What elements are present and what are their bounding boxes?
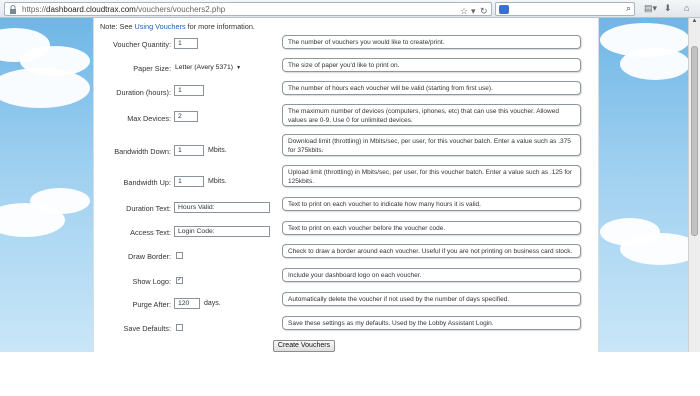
draw-border-label: Draw Border: bbox=[128, 252, 171, 261]
home-icon[interactable]: ⌂ bbox=[684, 2, 689, 14]
access-text-label: Access Text: bbox=[130, 228, 171, 237]
scroll-up-icon[interactable]: ▲ bbox=[689, 18, 700, 28]
cloud-decoration bbox=[0, 68, 90, 108]
lock-icon bbox=[10, 5, 16, 14]
voucher-quantity-input[interactable]: 1 bbox=[174, 38, 198, 49]
voucher-form-panel: Note: See Using Vouchers for more inform… bbox=[93, 18, 599, 352]
cloud-decoration bbox=[0, 203, 65, 237]
url-text: https://dashboard.cloudtrax.com/vouchers… bbox=[22, 5, 226, 14]
reload-icon[interactable]: ↻ bbox=[480, 5, 488, 17]
bandwidth-down-input[interactable]: 1 bbox=[174, 145, 204, 156]
access-text-input[interactable]: Login Code: bbox=[174, 226, 270, 237]
duration-text-input[interactable]: Hours Valid: bbox=[174, 202, 270, 213]
purge-after-input[interactable]: 120 bbox=[174, 298, 200, 309]
draw-border-checkbox[interactable] bbox=[176, 252, 183, 259]
purge-after-label: Purge After: bbox=[132, 300, 171, 309]
duration-text-label: Duration Text: bbox=[126, 204, 171, 213]
paper-size-help: The size of paper you'd like to print on… bbox=[282, 58, 581, 72]
voucher-quantity-help: The number of vouchers you would like to… bbox=[282, 35, 581, 49]
dropdown-arrow-icon: ▼ bbox=[236, 65, 242, 71]
bandwidth-up-input[interactable]: 1 bbox=[174, 176, 204, 187]
max-devices-help: The maximum number of devices (computers… bbox=[282, 104, 581, 126]
bookmarks-icon[interactable]: ▤▾ bbox=[644, 2, 657, 14]
create-vouchers-button[interactable]: Create Vouchers bbox=[273, 340, 335, 352]
search-engine-icon[interactable] bbox=[499, 5, 509, 14]
voucher-quantity-label: Voucher Quantity: bbox=[112, 40, 171, 49]
scrollbar-thumb[interactable] bbox=[691, 46, 698, 236]
purge-after-unit: days. bbox=[204, 300, 221, 307]
paper-size-select[interactable]: Letter (Avery 5371) ▼ bbox=[175, 62, 241, 73]
download-icon[interactable]: ⬇ bbox=[664, 2, 672, 14]
duration-help: The number of hours each voucher will be… bbox=[282, 81, 581, 95]
bandwidth-down-unit: Mbits. bbox=[208, 147, 227, 154]
bandwidth-down-help: Download limit (throttling) in Mbits/sec… bbox=[282, 134, 581, 156]
show-logo-label: Show Logo: bbox=[132, 277, 171, 286]
max-devices-label: Max Devices: bbox=[127, 114, 171, 123]
dropdown-arrow-icon[interactable]: ▾ bbox=[471, 5, 476, 17]
duration-text-help: Text to print on each voucher to indicat… bbox=[282, 197, 581, 211]
cloud-decoration bbox=[620, 48, 690, 80]
paper-size-label: Paper Size: bbox=[133, 64, 171, 73]
browser-toolbar: https://dashboard.cloudtrax.com/vouchers… bbox=[0, 0, 700, 18]
bandwidth-up-help: Upload limit (throttling) in Mbits/sec, … bbox=[282, 165, 581, 187]
bandwidth-up-label: Bandwidth Up: bbox=[123, 178, 171, 187]
page-bottom-area bbox=[0, 352, 700, 396]
search-icon[interactable]: ⌕ bbox=[626, 3, 631, 14]
using-vouchers-link[interactable]: Using Vouchers bbox=[134, 22, 185, 31]
show-logo-help: Include your dashboard logo on each vouc… bbox=[282, 268, 581, 282]
access-text-help: Text to print on each voucher before the… bbox=[282, 221, 581, 235]
star-icon[interactable]: ☆ bbox=[460, 5, 468, 17]
bandwidth-up-unit: Mbits. bbox=[208, 178, 227, 185]
duration-label: Duration (hours): bbox=[116, 88, 171, 97]
show-logo-checkbox[interactable]: ✓ bbox=[176, 277, 183, 284]
search-bar[interactable]: ⌕ bbox=[495, 2, 635, 16]
draw-border-help: Check to draw a border around each vouch… bbox=[282, 244, 581, 258]
save-defaults-label: Save Defaults: bbox=[123, 324, 171, 333]
info-note: Note: See Using Vouchers for more inform… bbox=[100, 22, 255, 31]
bandwidth-down-label: Bandwidth Down: bbox=[114, 147, 171, 156]
browser-window: https://dashboard.cloudtrax.com/vouchers… bbox=[0, 0, 700, 396]
vertical-scrollbar[interactable]: ▲ bbox=[688, 18, 700, 352]
save-defaults-help: Save these settings as my defaults. Used… bbox=[282, 316, 581, 330]
save-defaults-checkbox[interactable] bbox=[176, 324, 183, 331]
duration-input[interactable]: 1 bbox=[174, 85, 204, 96]
max-devices-input[interactable]: 2 bbox=[174, 111, 198, 122]
purge-after-help: Automatically delete the voucher if not … bbox=[282, 292, 581, 306]
address-bar[interactable]: https://dashboard.cloudtrax.com/vouchers… bbox=[4, 2, 492, 16]
